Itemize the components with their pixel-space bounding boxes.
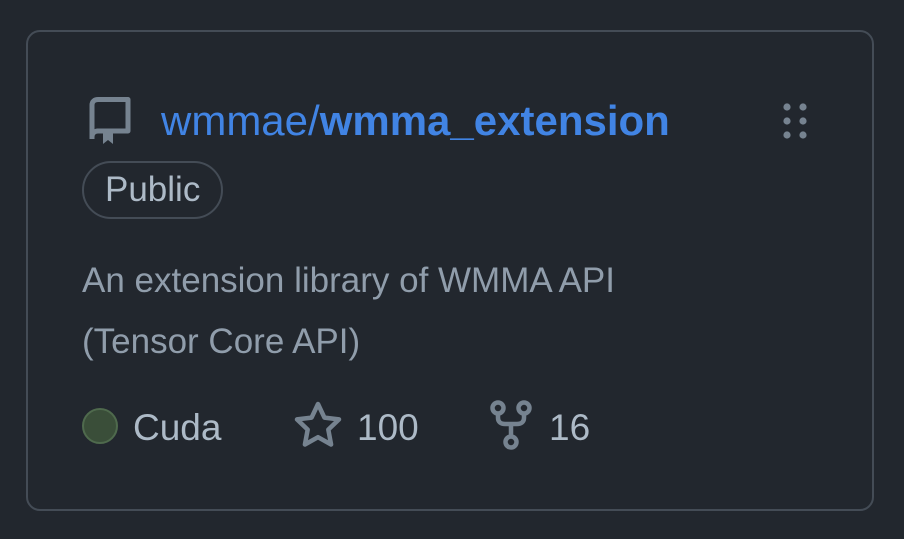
repo-description: An extension library of WMMA API (Tensor… xyxy=(82,250,782,372)
description-line-2: (Tensor Core API) xyxy=(82,322,361,361)
fork-icon xyxy=(490,400,532,450)
repo-card: wmmae/wmma_extension Public An extension… xyxy=(26,30,874,511)
language-color-dot xyxy=(82,408,118,444)
repo-owner[interactable]: wmmae/ xyxy=(161,97,320,144)
repo-icon xyxy=(89,97,131,144)
grabber-icon[interactable] xyxy=(782,102,808,140)
repo-name[interactable]: wmma_extension xyxy=(320,97,670,144)
star-icon xyxy=(294,401,342,447)
fork-count[interactable]: 16 xyxy=(549,402,590,454)
star-count[interactable]: 100 xyxy=(357,402,419,454)
repo-link[interactable]: wmmae/wmma_extension xyxy=(161,96,670,146)
description-line-1: An extension library of WMMA API xyxy=(82,261,615,300)
visibility-badge: Public xyxy=(82,161,224,219)
language-label: Cuda xyxy=(133,407,222,448)
